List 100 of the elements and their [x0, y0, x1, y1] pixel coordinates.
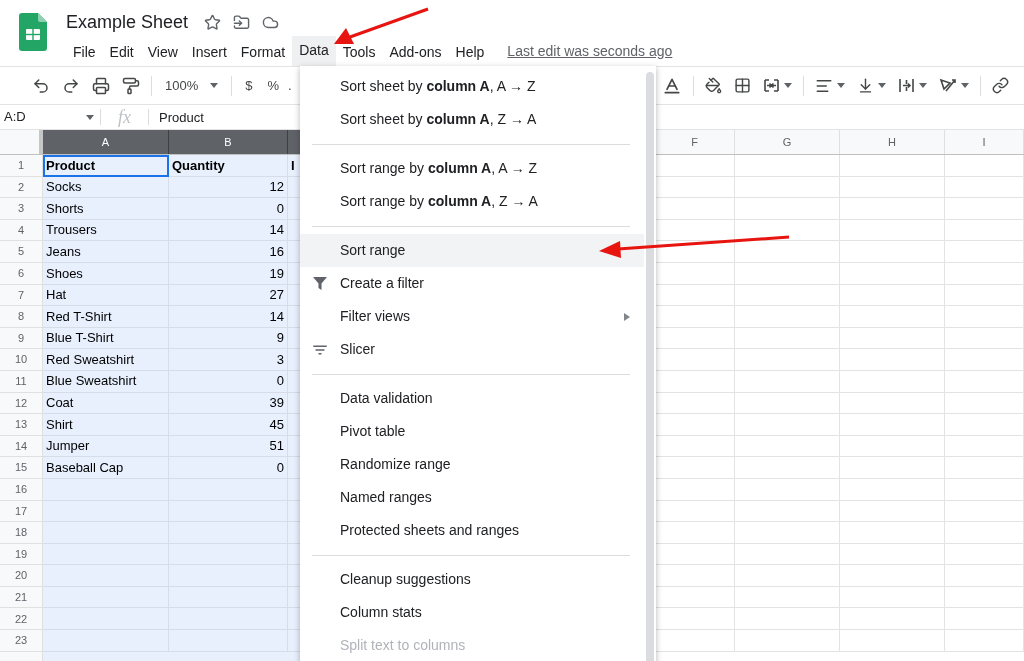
table-cell[interactable] — [735, 457, 840, 479]
table-cell[interactable]: 9 — [169, 327, 288, 350]
table-cell[interactable]: 16 — [169, 241, 288, 263]
table-cell[interactable] — [735, 306, 840, 328]
table-cell[interactable] — [43, 565, 169, 587]
table-cell[interactable] — [735, 392, 840, 415]
row-header[interactable]: 16 — [0, 478, 43, 501]
table-cell[interactable]: Shirt — [43, 414, 169, 436]
table-cell[interactable] — [945, 586, 1024, 609]
table-cell[interactable]: Jumper — [43, 435, 169, 458]
table-cell[interactable] — [655, 349, 735, 371]
row-header[interactable]: 7 — [0, 284, 43, 307]
table-cell[interactable]: 51 — [169, 435, 288, 458]
row-header[interactable]: 6 — [0, 262, 43, 285]
table-cell[interactable] — [735, 262, 840, 285]
table-cell[interactable] — [655, 457, 735, 479]
table-cell[interactable] — [840, 370, 945, 393]
table-cell[interactable] — [43, 543, 169, 566]
table-cell[interactable] — [945, 284, 1024, 307]
menu-option[interactable]: Sort sheet by column A, Z → A — [300, 103, 644, 136]
table-cell[interactable] — [945, 565, 1024, 587]
table-cell[interactable] — [735, 565, 840, 587]
table-cell[interactable]: 14 — [169, 306, 288, 328]
table-cell[interactable] — [840, 630, 945, 652]
table-cell[interactable] — [945, 435, 1024, 458]
table-cell[interactable]: 0 — [169, 198, 288, 220]
table-cell[interactable]: Jeans — [43, 241, 169, 263]
row-header[interactable]: 21 — [0, 586, 43, 609]
table-cell[interactable]: Shoes — [43, 262, 169, 285]
select-all-corner[interactable] — [0, 130, 43, 154]
row-header[interactable]: 14 — [0, 435, 43, 458]
table-cell[interactable] — [945, 262, 1024, 285]
table-cell[interactable] — [945, 219, 1024, 242]
table-cell[interactable] — [840, 435, 945, 458]
table-cell[interactable] — [945, 155, 1024, 177]
table-cell[interactable] — [655, 306, 735, 328]
menu-option[interactable]: Sort range by column A, Z → A — [300, 185, 644, 218]
table-cell[interactable] — [945, 522, 1024, 544]
row-header[interactable]: 11 — [0, 370, 43, 393]
table-cell[interactable] — [945, 414, 1024, 436]
row-header[interactable]: 20 — [0, 565, 43, 587]
table-cell[interactable]: Socks — [43, 176, 169, 199]
table-cell[interactable] — [735, 414, 840, 436]
table-cell[interactable] — [840, 500, 945, 523]
menu-option[interactable]: Randomize range — [300, 448, 644, 481]
menu-item[interactable]: Tools — [335, 40, 383, 66]
row-header[interactable]: 12 — [0, 392, 43, 415]
table-cell[interactable] — [945, 349, 1024, 371]
menu-option[interactable]: Column stats — [300, 596, 644, 629]
table-cell[interactable] — [840, 327, 945, 350]
menu-item[interactable]: Insert — [184, 40, 234, 66]
table-cell[interactable] — [43, 500, 169, 523]
table-cell[interactable] — [945, 478, 1024, 501]
table-cell[interactable] — [840, 543, 945, 566]
table-cell[interactable]: Red T-Shirt — [43, 306, 169, 328]
percent-button[interactable]: % — [260, 75, 287, 96]
table-cell[interactable] — [735, 586, 840, 609]
table-cell[interactable] — [945, 457, 1024, 479]
row-header[interactable]: 22 — [0, 608, 43, 631]
table-cell[interactable] — [655, 608, 735, 631]
table-cell[interactable]: 3 — [169, 349, 288, 371]
table-cell[interactable] — [840, 219, 945, 242]
table-cell[interactable] — [735, 155, 840, 177]
table-cell[interactable]: 0 — [169, 370, 288, 393]
table-cell[interactable] — [945, 306, 1024, 328]
table-cell[interactable] — [840, 176, 945, 199]
menu-item[interactable]: Help — [448, 40, 492, 66]
table-cell[interactable] — [840, 241, 945, 263]
row-header[interactable]: 10 — [0, 349, 43, 371]
table-cell[interactable] — [945, 370, 1024, 393]
table-cell[interactable] — [43, 608, 169, 631]
menu-item[interactable]: Add-ons — [382, 40, 449, 66]
table-cell[interactable] — [735, 176, 840, 199]
row-header[interactable]: 15 — [0, 457, 43, 479]
table-cell[interactable] — [945, 327, 1024, 350]
column-header[interactable]: A — [43, 130, 169, 154]
folder-icon[interactable] — [233, 13, 251, 31]
row-header[interactable]: 9 — [0, 327, 43, 350]
table-cell[interactable] — [840, 608, 945, 631]
row-header[interactable]: 1 — [0, 155, 43, 177]
table-cell[interactable] — [735, 478, 840, 501]
table-cell[interactable] — [655, 198, 735, 220]
document-title[interactable]: Example Sheet — [66, 8, 189, 36]
row-header[interactable]: 13 — [0, 414, 43, 436]
zoom-dropdown[interactable]: 100% — [157, 71, 227, 100]
table-cell[interactable] — [840, 478, 945, 501]
last-edit-link[interactable]: Last edit was seconds ago — [507, 41, 673, 62]
table-cell[interactable]: Shorts — [43, 198, 169, 220]
table-cell[interactable] — [655, 155, 735, 177]
column-header[interactable]: F — [655, 130, 735, 154]
table-cell[interactable]: Trousers — [43, 219, 169, 242]
table-cell[interactable] — [735, 435, 840, 458]
table-cell[interactable] — [735, 349, 840, 371]
table-cell[interactable] — [840, 306, 945, 328]
table-cell[interactable]: Blue T-Shirt — [43, 327, 169, 350]
currency-button[interactable]: $ — [237, 75, 261, 96]
table-cell[interactable] — [840, 565, 945, 587]
table-cell[interactable] — [655, 414, 735, 436]
table-cell[interactable] — [945, 608, 1024, 631]
table-cell[interactable]: 14 — [169, 219, 288, 242]
